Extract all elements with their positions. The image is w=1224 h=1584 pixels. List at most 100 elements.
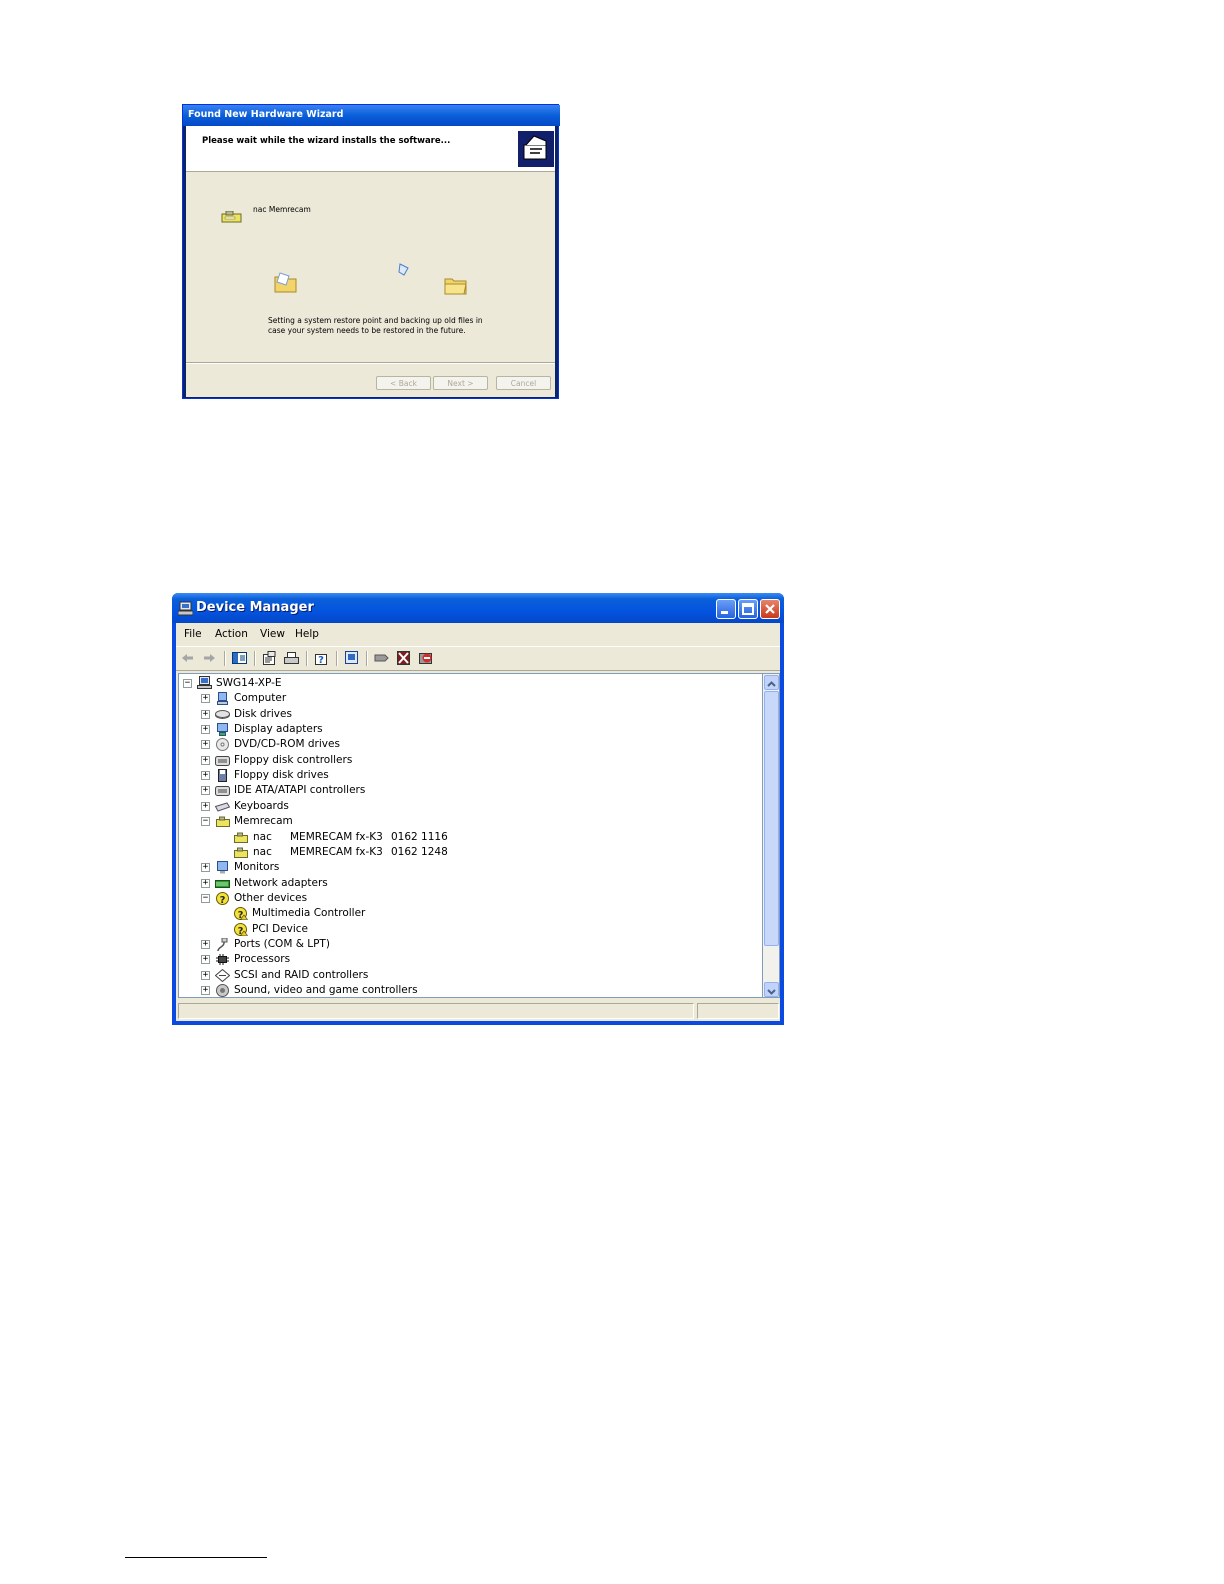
show-hide-tree-icon[interactable] xyxy=(232,651,247,665)
device-vendor: nac xyxy=(253,830,272,843)
tree-category[interactable]: + Floppy disk controllers xyxy=(179,753,759,768)
disk-drive-icon xyxy=(215,709,230,719)
destination-folder-icon xyxy=(444,275,468,299)
wizard-header: Please wait while the wizard installs th… xyxy=(186,126,555,172)
tree-device[interactable]: ? PCI Device xyxy=(179,922,759,937)
scroll-thumb[interactable] xyxy=(764,691,779,946)
menu-view[interactable]: View xyxy=(260,628,285,640)
device-serial: 0162 1248 xyxy=(391,845,448,858)
tree-category-label: Disk drives xyxy=(234,707,292,720)
expand-icon[interactable]: + xyxy=(201,801,210,811)
unknown-device-warning-icon: ? xyxy=(234,922,248,936)
uninstall-icon[interactable] xyxy=(396,651,411,665)
tree-category[interactable]: + Sound, video and game controllers xyxy=(179,983,759,997)
tree-category[interactable]: + IDE ATA/ATAPI controllers xyxy=(179,783,759,798)
maximize-button[interactable] xyxy=(738,599,758,619)
tree-category[interactable]: + Processors xyxy=(179,952,759,967)
cancel-button[interactable]: Cancel xyxy=(496,376,551,390)
scroll-down-button[interactable] xyxy=(764,982,779,997)
sound-icon xyxy=(216,984,229,997)
unknown-device-icon: ? xyxy=(216,891,229,905)
menu-file[interactable]: File xyxy=(184,628,202,640)
chevron-down-icon xyxy=(767,989,776,995)
tree-category-label: Computer xyxy=(234,692,287,705)
tree-category-label: IDE ATA/ATAPI controllers xyxy=(234,784,366,797)
expand-icon[interactable]: + xyxy=(201,771,210,781)
tree-category-label: Floppy disk drives xyxy=(234,769,329,782)
camera-icon xyxy=(234,832,248,843)
scsi-icon xyxy=(215,968,230,982)
device-manager-title-bar[interactable]: Device Manager xyxy=(172,593,784,623)
camera-icon xyxy=(216,816,230,828)
print-icon[interactable] xyxy=(284,651,299,665)
next-button[interactable]: Next > xyxy=(433,376,488,390)
update-driver-icon[interactable] xyxy=(374,651,389,665)
scroll-up-button[interactable] xyxy=(764,675,779,690)
status-pane-main xyxy=(178,1003,694,1019)
help-icon[interactable]: ? xyxy=(314,651,329,665)
maximize-icon xyxy=(742,603,754,615)
wizard-separator xyxy=(186,362,555,364)
svg-text:?: ? xyxy=(318,655,324,665)
wizard-title-bar[interactable]: Found New Hardware Wizard xyxy=(183,105,560,126)
tree-category[interactable]: + Keyboards xyxy=(179,799,759,814)
tree-category[interactable]: −? Other devices xyxy=(179,891,759,906)
back-icon[interactable] xyxy=(180,651,195,665)
expand-icon[interactable]: + xyxy=(201,786,210,796)
expand-icon[interactable]: + xyxy=(201,740,210,750)
menu-action[interactable]: Action xyxy=(215,628,248,640)
expand-icon[interactable]: + xyxy=(201,878,210,888)
expand-icon[interactable]: + xyxy=(201,709,210,719)
expand-icon[interactable]: + xyxy=(201,863,210,873)
device-tree: − SWG14-XP-E + Computer + Disk drives + Displ… xyxy=(178,673,763,998)
tree-category[interactable]: + Computer xyxy=(179,691,759,706)
tree-category[interactable]: + Network adapters xyxy=(179,876,759,891)
expand-icon[interactable]: + xyxy=(201,955,210,965)
keyboard-icon xyxy=(215,802,230,812)
vertical-scrollbar[interactable] xyxy=(763,673,780,998)
wizard-body: Please wait while the wizard installs th… xyxy=(186,126,555,397)
tree-category-label: Network adapters xyxy=(234,876,328,889)
expand-icon[interactable]: + xyxy=(201,986,210,995)
tree-category[interactable]: + Ports (COM & LPT) xyxy=(179,937,759,952)
tree-device[interactable]: nac MEMRECAM fx-K3 0162 1248 xyxy=(179,845,759,860)
expand-icon[interactable]: + xyxy=(201,755,210,765)
close-button[interactable] xyxy=(760,599,780,619)
device-serial: 0162 1116 xyxy=(391,830,448,843)
forward-icon[interactable] xyxy=(202,651,217,665)
tree-category[interactable]: + Display adapters xyxy=(179,722,759,737)
floppy-icon xyxy=(218,769,227,783)
device-model: MEMRECAM fx-K3 xyxy=(290,845,383,858)
wizard-device-name: nac Memrecam xyxy=(253,205,311,214)
display-adapter-icon xyxy=(217,723,228,737)
expand-icon[interactable]: + xyxy=(201,970,210,980)
scan-hardware-icon[interactable] xyxy=(344,651,359,665)
tree-category[interactable]: + DVD/CD-ROM drives xyxy=(179,737,759,752)
expand-icon[interactable]: + xyxy=(201,939,210,949)
toolbar-separator xyxy=(366,651,368,666)
expand-icon[interactable]: + xyxy=(201,725,210,735)
tree-category[interactable]: − Memrecam xyxy=(179,814,759,829)
network-icon xyxy=(215,879,230,888)
disable-icon[interactable] xyxy=(418,651,433,665)
back-button[interactable]: < Back xyxy=(376,376,431,390)
collapse-icon[interactable]: − xyxy=(201,893,210,903)
port-icon xyxy=(217,937,228,951)
tree-category[interactable]: + Floppy disk drives xyxy=(179,768,759,783)
collapse-icon[interactable]: − xyxy=(201,817,210,827)
minimize-button[interactable] xyxy=(716,599,736,619)
properties-icon[interactable] xyxy=(262,651,277,665)
collapse-icon[interactable]: − xyxy=(183,679,192,688)
tree-category[interactable]: + Monitors xyxy=(179,860,759,875)
toolbar-separator xyxy=(254,651,256,666)
tree-device[interactable]: ? Multimedia Controller xyxy=(179,906,759,921)
expand-icon[interactable]: + xyxy=(201,694,210,704)
tree-device-label: PCI Device xyxy=(252,922,309,935)
tree-root[interactable]: − SWG14-XP-E xyxy=(179,676,759,691)
menu-help[interactable]: Help xyxy=(295,628,319,640)
tree-category[interactable]: + Disk drives xyxy=(179,707,759,722)
tree-category-label: Memrecam xyxy=(234,815,293,828)
tree-category[interactable]: + SCSI and RAID controllers xyxy=(179,968,759,983)
tree-device[interactable]: nac MEMRECAM fx-K3 0162 1116 xyxy=(179,830,759,845)
processor-icon xyxy=(216,954,229,966)
